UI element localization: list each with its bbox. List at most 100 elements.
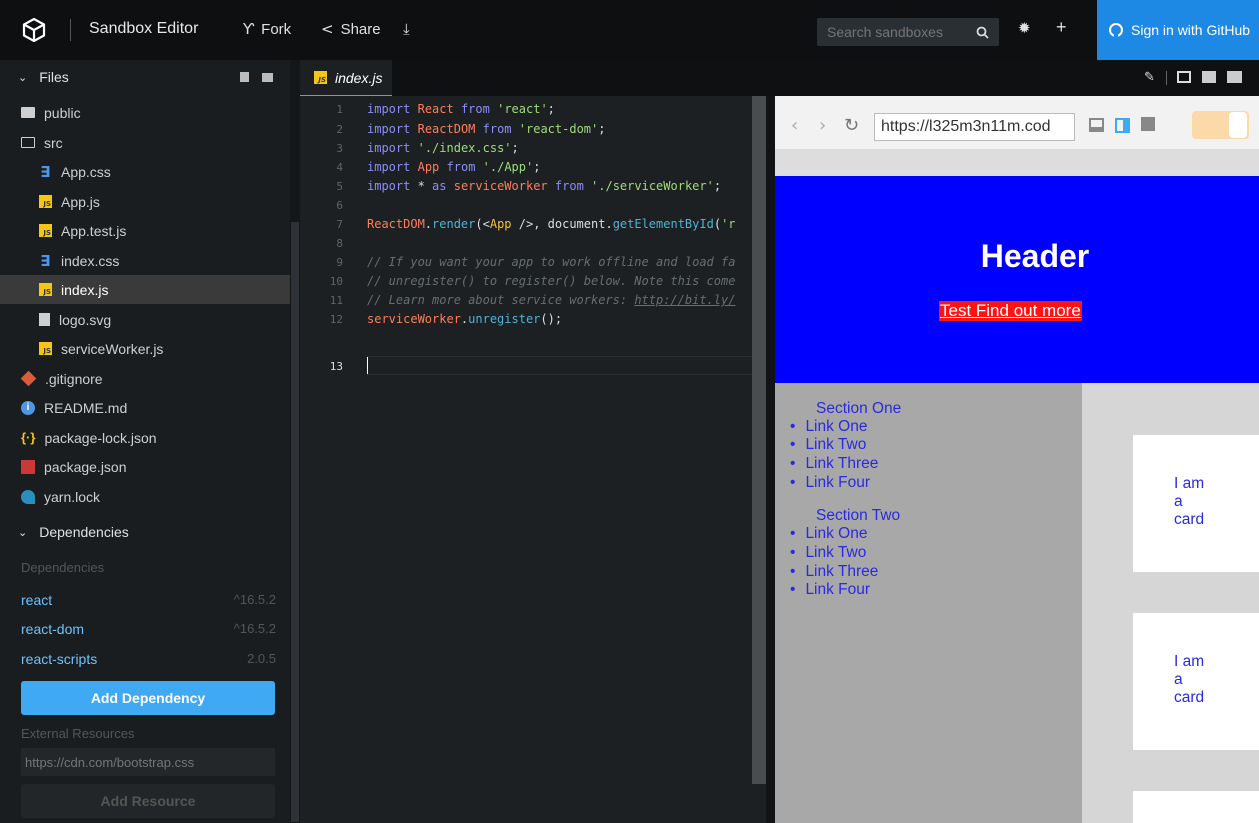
settings-button[interactable]: ✹ xyxy=(1018,19,1031,37)
nav-link[interactable]: Link Four xyxy=(790,581,870,599)
editor-scrollbar[interactable] xyxy=(752,96,766,784)
console-icon[interactable] xyxy=(1202,71,1216,83)
url-input[interactable]: https://l325m3n11m.cod xyxy=(874,113,1075,141)
js-icon: JS xyxy=(39,283,52,296)
preview-toggle-icon[interactable] xyxy=(1177,71,1191,83)
new-file-icon[interactable] xyxy=(240,72,249,82)
file-item-package-json[interactable]: package.json xyxy=(0,452,290,481)
layout-icon[interactable] xyxy=(1227,71,1242,83)
dependency-name: react-scripts xyxy=(21,650,98,667)
line-number: 4 xyxy=(336,161,343,174)
share-button[interactable]: < Share xyxy=(321,20,381,38)
code-editor[interactable]: 1 2 3 4 5 6 7 8 9 10 11 12 13 import Rea… xyxy=(300,96,775,823)
js-icon: JS xyxy=(39,195,52,208)
card: I am a card xyxy=(1133,613,1259,750)
file-item-readme[interactable]: i README.md xyxy=(0,393,290,422)
nav-link[interactable]: Link Two xyxy=(790,436,866,454)
external-resource-input[interactable] xyxy=(21,748,275,776)
download-icon: ⤓ xyxy=(403,20,410,38)
back-icon[interactable]: ‹ xyxy=(791,115,798,136)
add-dependency-button[interactable]: Add Dependency xyxy=(21,681,275,715)
file-item-gitignore[interactable]: .gitignore xyxy=(0,364,290,393)
js-icon: JS xyxy=(39,224,52,237)
file-item-logo-svg[interactable]: logo.svg xyxy=(0,305,290,334)
dependency-row[interactable]: react-dom ^16.5.2 xyxy=(0,614,290,643)
app-title: Sandbox Editor xyxy=(89,20,199,37)
current-line-highlight xyxy=(367,356,767,375)
line-number: 6 xyxy=(336,199,343,212)
folder-open-icon xyxy=(21,137,35,148)
add-sandbox-button[interactable]: + xyxy=(1056,17,1067,38)
external-resources-label: External Resources xyxy=(21,726,135,741)
new-folder-icon[interactable] xyxy=(262,73,273,82)
npm-icon xyxy=(21,459,35,474)
pane-divider[interactable] xyxy=(766,96,775,823)
dependencies-header-label: Dependencies xyxy=(39,524,129,540)
search-input[interactable] xyxy=(827,24,957,40)
sidebar-scrollbar-thumb[interactable] xyxy=(291,222,299,822)
dependency-row[interactable]: react-scripts 2.0.5 xyxy=(0,644,290,673)
preview-cards: I am a card I am a card xyxy=(1082,383,1259,823)
file-item-src[interactable]: src xyxy=(0,128,290,157)
folder-icon xyxy=(21,107,35,118)
card: I am a card xyxy=(1133,435,1259,572)
file-label: App.test.js xyxy=(61,222,127,239)
download-button[interactable]: ⤓ xyxy=(403,20,410,38)
nav-link[interactable]: Link Two xyxy=(790,544,866,562)
find-out-more-link[interactable]: Test Find out more xyxy=(939,301,1082,321)
dependencies-section-header[interactable]: ⌄ Dependencies xyxy=(0,515,290,549)
line-number: 8 xyxy=(336,237,343,250)
gear-icon: ✹ xyxy=(1018,19,1031,37)
file-item-app-css[interactable]: ∃ App.css xyxy=(0,157,290,186)
file-item-public[interactable]: public xyxy=(0,98,290,127)
search-box[interactable] xyxy=(817,18,999,46)
js-icon: JS xyxy=(314,71,327,84)
code-line: // unregister() to register() below. Not… xyxy=(367,274,736,288)
refresh-icon[interactable]: ↻ xyxy=(844,115,859,136)
split-view-icon[interactable] xyxy=(1115,118,1130,133)
forward-icon[interactable]: › xyxy=(819,115,826,136)
divider xyxy=(70,19,71,41)
yarn-icon xyxy=(21,489,35,504)
nav-link[interactable]: Link Four xyxy=(790,474,870,492)
dependency-version: ^16.5.2 xyxy=(233,592,276,607)
file-item-app-js[interactable]: JS App.js xyxy=(0,187,290,216)
nav-link[interactable]: Link Three xyxy=(790,563,878,581)
file-item-package-lock[interactable]: {·} package-lock.json xyxy=(0,423,290,452)
plus-icon: + xyxy=(1056,17,1067,37)
add-resource-button[interactable]: Add Resource xyxy=(21,784,275,818)
file-item-app-test-js[interactable]: JS App.test.js xyxy=(0,216,290,245)
nav-link[interactable]: Link One xyxy=(790,418,867,436)
preview-browser-bar: ‹ › ↻ https://l325m3n11m.cod xyxy=(775,96,1259,149)
code-line: import './index.css'; xyxy=(367,141,519,155)
github-icon xyxy=(1109,23,1123,37)
pencil-icon[interactable]: ✎ xyxy=(1144,70,1155,85)
nav-link[interactable]: Link Three xyxy=(790,455,878,473)
dependency-name: react-dom xyxy=(21,620,85,637)
file-item-yarn-lock[interactable]: yarn.lock xyxy=(0,482,290,511)
codesandbox-logo-icon[interactable] xyxy=(22,18,46,42)
console-toggle-icon[interactable] xyxy=(1089,118,1104,132)
nav-link[interactable]: Link One xyxy=(790,525,867,543)
text-cursor xyxy=(367,357,368,374)
search-icon[interactable] xyxy=(976,26,989,39)
share-label: Share xyxy=(340,20,381,38)
file-item-index-css[interactable]: ∃ index.css xyxy=(0,246,290,275)
editor-tab-bar: ✎ xyxy=(300,60,1259,96)
line-number: 3 xyxy=(336,142,343,155)
css-icon: ∃ xyxy=(40,162,51,181)
fork-button[interactable]: Ƴ Fork xyxy=(243,20,291,38)
preview-pane: ‹ › ↻ https://l325m3n11m.cod Header Test… xyxy=(775,96,1259,823)
dependency-row[interactable]: react ^16.5.2 xyxy=(0,585,290,614)
signin-label: Sign in with GitHub xyxy=(1131,22,1251,38)
files-section-header[interactable]: ⌄ Files xyxy=(0,60,290,94)
file-item-serviceworker-js[interactable]: JS serviceWorker.js xyxy=(0,334,290,363)
card-text: I am a card xyxy=(1174,475,1205,528)
line-number: 13 xyxy=(329,360,343,373)
code-line: import React from 'react'; xyxy=(367,102,555,116)
tab-index-js[interactable]: JS index.js xyxy=(300,60,392,96)
signin-button[interactable]: Sign in with GitHub xyxy=(1097,0,1259,60)
file-item-index-js[interactable]: JS index.js xyxy=(0,275,290,304)
new-window-icon[interactable] xyxy=(1141,117,1155,131)
share-icon: < xyxy=(321,20,334,38)
